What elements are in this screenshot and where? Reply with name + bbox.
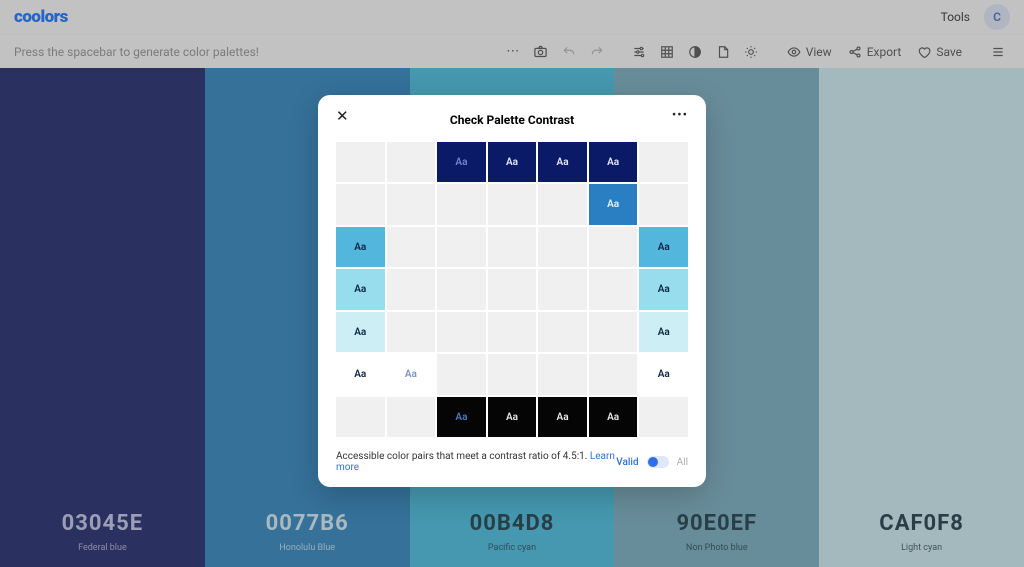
contrast-cell [437, 184, 486, 224]
contrast-cell [387, 142, 436, 182]
contrast-cell [589, 269, 638, 309]
contrast-cell [336, 397, 385, 437]
contrast-cell [437, 312, 486, 352]
contrast-cell[interactable]: Aa [538, 142, 587, 182]
contrast-cell[interactable]: Aa [437, 397, 486, 437]
footer-text: Accessible color pairs that meet a contr… [336, 451, 616, 473]
contrast-cell [336, 184, 385, 224]
contrast-cell[interactable]: Aa [336, 227, 385, 267]
contrast-cell [387, 269, 436, 309]
contrast-cell [437, 227, 486, 267]
contrast-cell [538, 354, 587, 394]
contrast-cell[interactable]: Aa [336, 312, 385, 352]
close-icon[interactable]: ✕ [336, 107, 349, 125]
contrast-cell [639, 142, 688, 182]
valid-all-toggle[interactable] [647, 456, 669, 468]
contrast-cell[interactable]: Aa [437, 142, 486, 182]
contrast-cell [488, 354, 537, 394]
contrast-cell [589, 354, 638, 394]
contrast-cell [589, 312, 638, 352]
contrast-modal: ✕ Check Palette Contrast ••• AaAaAaAaAaA… [318, 95, 706, 487]
contrast-cell [589, 227, 638, 267]
contrast-cell [387, 227, 436, 267]
contrast-cell [639, 397, 688, 437]
all-label: All [677, 457, 688, 468]
contrast-cell[interactable]: Aa [589, 184, 638, 224]
contrast-cell[interactable]: Aa [488, 142, 537, 182]
contrast-grid: AaAaAaAaAaAaAaAaAaAaAaAaAaAaAaAaAaAa [336, 142, 688, 437]
contrast-cell [387, 312, 436, 352]
modal-footer: Accessible color pairs that meet a contr… [336, 451, 688, 473]
contrast-cell [538, 184, 587, 224]
contrast-cell [387, 184, 436, 224]
contrast-cell[interactable]: Aa [639, 269, 688, 309]
contrast-cell[interactable]: Aa [387, 354, 436, 394]
contrast-cell [538, 269, 587, 309]
footer-toggle-group: Valid All [616, 456, 688, 468]
contrast-cell[interactable]: Aa [589, 142, 638, 182]
modal-more-icon[interactable]: ••• [672, 108, 688, 123]
contrast-cell [639, 184, 688, 224]
modal-overlay[interactable]: ✕ Check Palette Contrast ••• AaAaAaAaAaA… [0, 0, 1024, 567]
modal-title: Check Palette Contrast [450, 113, 574, 127]
contrast-cell [488, 227, 537, 267]
contrast-cell [336, 142, 385, 182]
contrast-cell [387, 397, 436, 437]
valid-label: Valid [616, 457, 638, 468]
contrast-cell [488, 184, 537, 224]
contrast-cell [488, 312, 537, 352]
contrast-cell[interactable]: Aa [336, 354, 385, 394]
contrast-cell[interactable]: Aa [639, 312, 688, 352]
contrast-cell[interactable]: Aa [488, 397, 537, 437]
contrast-cell[interactable]: Aa [639, 354, 688, 394]
contrast-cell [437, 354, 486, 394]
contrast-cell [437, 269, 486, 309]
contrast-cell[interactable]: Aa [589, 397, 638, 437]
contrast-cell[interactable]: Aa [639, 227, 688, 267]
contrast-cell [538, 312, 587, 352]
contrast-cell [488, 269, 537, 309]
contrast-cell[interactable]: Aa [336, 269, 385, 309]
contrast-cell[interactable]: Aa [538, 397, 587, 437]
contrast-cell [538, 227, 587, 267]
modal-header: ✕ Check Palette Contrast ••• [336, 109, 688, 128]
